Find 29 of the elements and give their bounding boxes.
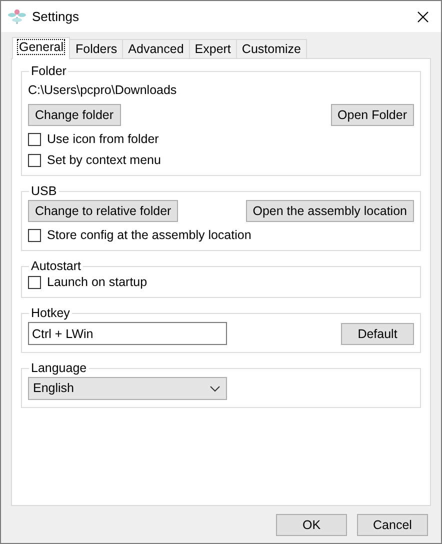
checkbox[interactable] <box>28 133 41 146</box>
tab[interactable]: Customize <box>236 39 307 58</box>
checkbox[interactable] <box>28 276 41 289</box>
group-title: Language <box>30 361 88 375</box>
checkbox-label: Set by context menu <box>47 153 161 168</box>
hotkey-field[interactable]: Ctrl + LWin <box>28 322 227 345</box>
group-title: USB <box>30 184 58 198</box>
button[interactable]: Default <box>341 323 414 345</box>
chevron-icon <box>210 386 220 392</box>
app-icon <box>8 8 26 26</box>
checkbox[interactable] <box>28 154 41 167</box>
folder-path: C:\Users\pcpro\Downloads <box>28 83 178 98</box>
checkbox-label: Store config at the assembly location <box>47 228 252 243</box>
tab[interactable]: Expert <box>188 39 237 58</box>
group-title: Folder <box>30 64 68 78</box>
button[interactable]: Cancel <box>357 514 428 536</box>
tab[interactable]: General <box>12 37 70 59</box>
button[interactable]: Open Folder <box>330 104 414 126</box>
checkbox[interactable] <box>28 229 41 242</box>
window-title: Settings <box>32 8 80 24</box>
button[interactable]: Open the assembly location <box>246 200 414 222</box>
group-title: Hotkey <box>30 306 71 320</box>
checkbox-label: Launch on startup <box>47 275 148 290</box>
button[interactable]: Change folder <box>28 104 121 126</box>
button[interactable]: Change to relative folder <box>28 200 178 222</box>
language-dropdown[interactable]: English <box>28 377 227 400</box>
checkbox-label: Use icon from folder <box>47 132 159 147</box>
group-title: Autostart <box>30 259 82 273</box>
button[interactable]: OK <box>276 514 347 536</box>
